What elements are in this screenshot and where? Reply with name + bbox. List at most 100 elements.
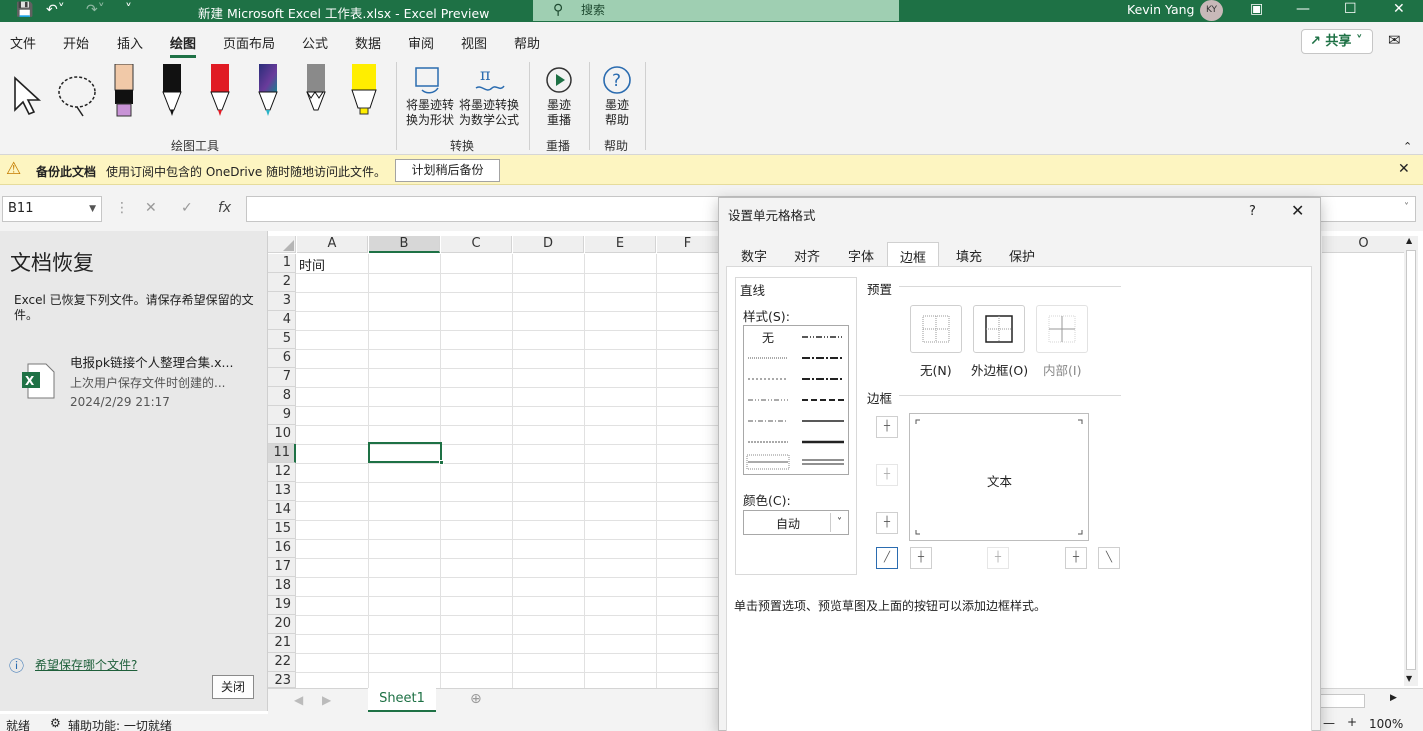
ink-to-shape-label[interactable]: 将墨迹转换为形状 bbox=[404, 98, 456, 128]
row-header[interactable]: 5 bbox=[268, 330, 296, 349]
customize-quick-access-icon[interactable]: ˅ bbox=[125, 2, 132, 18]
dialog-close-icon[interactable]: ✕ bbox=[1291, 201, 1304, 220]
column-header-b[interactable]: B bbox=[369, 236, 440, 253]
row-header[interactable]: 20 bbox=[268, 615, 296, 634]
line-style-options[interactable] bbox=[744, 326, 848, 474]
dialog-help-button[interactable]: ? bbox=[1249, 204, 1256, 219]
ribbon-display-icon[interactable]: ▣ bbox=[1250, 1, 1263, 17]
color-dropdown[interactable]: 自动 ˅ bbox=[743, 510, 849, 535]
tab-insert[interactable]: 插入 bbox=[117, 33, 143, 52]
row-header[interactable]: 14 bbox=[268, 501, 296, 520]
ink-help-label[interactable]: 墨迹帮助 bbox=[601, 98, 633, 128]
avatar[interactable]: KY bbox=[1200, 0, 1223, 21]
ink-replay-label[interactable]: 墨迹重播 bbox=[543, 98, 575, 128]
formula-bar-more-icon[interactable]: ⋮ bbox=[115, 200, 129, 216]
border-bottom-button[interactable]: ┼ bbox=[876, 512, 898, 534]
column-header-d[interactable]: D bbox=[513, 236, 584, 253]
name-box[interactable]: B11 ▼ bbox=[2, 196, 102, 222]
row-header[interactable]: 19 bbox=[268, 596, 296, 615]
row-header[interactable]: 2 bbox=[268, 273, 296, 292]
row-header[interactable]: 12 bbox=[268, 463, 296, 482]
border-preview[interactable]: 文本 bbox=[909, 413, 1089, 541]
tab-file[interactable]: 文件 bbox=[10, 33, 36, 52]
border-left-button[interactable]: ┼ bbox=[910, 547, 932, 569]
row-header[interactable]: 15 bbox=[268, 520, 296, 539]
select-arrow-icon[interactable] bbox=[10, 76, 44, 116]
tab-border[interactable]: 边框 bbox=[887, 242, 940, 268]
prev-sheet-icon[interactable]: ◀ bbox=[294, 693, 303, 707]
tab-page-layout[interactable]: 页面布局 bbox=[223, 33, 275, 52]
user-name[interactable]: Kevin Yang bbox=[1127, 2, 1194, 17]
row-header[interactable]: 1 bbox=[268, 254, 296, 273]
accessibility-status[interactable]: 辅助功能: 一切就绪 bbox=[68, 717, 172, 731]
column-header-a[interactable]: A bbox=[297, 236, 368, 253]
search-box[interactable]: ⚲ 搜索 bbox=[533, 0, 899, 21]
zoom-in-icon[interactable]: + bbox=[1347, 715, 1357, 729]
chevron-down-icon[interactable]: ˅ bbox=[830, 513, 848, 532]
schedule-backup-button[interactable]: 计划稍后备份 bbox=[395, 159, 500, 182]
row-header[interactable]: 6 bbox=[268, 349, 296, 368]
save-icon[interactable]: 💾 bbox=[16, 2, 33, 18]
preset-inside-button[interactable] bbox=[1036, 305, 1088, 353]
scroll-right-icon[interactable]: ▶ bbox=[1390, 693, 1397, 703]
row-header[interactable]: 18 bbox=[268, 577, 296, 596]
pen-galaxy-icon[interactable] bbox=[256, 64, 280, 118]
pencil-gray-icon[interactable] bbox=[304, 64, 328, 118]
ink-to-math-icon[interactable]: π bbox=[472, 64, 508, 96]
row-header[interactable]: 9 bbox=[268, 406, 296, 425]
row-header[interactable]: 10 bbox=[268, 425, 296, 444]
tab-number[interactable]: 数字 bbox=[729, 242, 779, 266]
pen-red-icon[interactable] bbox=[208, 64, 232, 118]
highlighter-pink-pen-icon[interactable] bbox=[112, 64, 136, 118]
scrollbar-thumb[interactable] bbox=[1406, 250, 1416, 670]
preset-outline-button[interactable] bbox=[973, 305, 1025, 353]
border-diagonal-down-button[interactable]: ╲ bbox=[1098, 547, 1120, 569]
lasso-select-icon[interactable] bbox=[55, 72, 103, 118]
column-header-o[interactable]: O bbox=[1322, 236, 1406, 253]
border-top-button[interactable]: ┼ bbox=[876, 416, 898, 438]
row-header[interactable]: 22 bbox=[268, 653, 296, 672]
cell-a1[interactable]: 时间 bbox=[299, 255, 325, 274]
border-middle-vertical-button[interactable]: ┼ bbox=[987, 547, 1009, 569]
minimize-icon[interactable]: — bbox=[1296, 1, 1310, 17]
tab-font[interactable]: 字体 bbox=[836, 242, 886, 266]
which-file-help-link[interactable]: 希望保存哪个文件? bbox=[35, 656, 137, 673]
add-sheet-icon[interactable]: ⊕ bbox=[470, 691, 482, 707]
redo-icon[interactable]: ↷˅ bbox=[86, 2, 105, 18]
ink-to-math-label[interactable]: 将墨迹转换为数学公式 bbox=[458, 98, 520, 128]
select-all-corner[interactable] bbox=[268, 236, 296, 253]
tab-home[interactable]: 开始 bbox=[63, 33, 89, 52]
ink-help-icon[interactable]: ? bbox=[601, 64, 633, 96]
collapse-ribbon-icon[interactable]: ⌃ bbox=[1403, 140, 1412, 153]
tab-help[interactable]: 帮助 bbox=[514, 33, 540, 52]
border-right-button[interactable]: ┼ bbox=[1065, 547, 1087, 569]
next-sheet-icon[interactable]: ▶ bbox=[322, 693, 331, 707]
maximize-icon[interactable]: ☐ bbox=[1344, 1, 1357, 17]
row-header[interactable]: 4 bbox=[268, 311, 296, 330]
ink-to-shape-icon[interactable] bbox=[412, 64, 446, 96]
tab-formulas[interactable]: 公式 bbox=[302, 33, 328, 52]
feedback-icon[interactable]: ✉ bbox=[1388, 31, 1401, 49]
row-header[interactable]: 8 bbox=[268, 387, 296, 406]
sheet-tab-sheet1[interactable]: Sheet1 bbox=[368, 688, 436, 712]
name-box-dropdown-icon[interactable]: ▼ bbox=[89, 197, 96, 221]
tab-view[interactable]: 视图 bbox=[461, 33, 487, 52]
tab-fill[interactable]: 填充 bbox=[944, 242, 994, 266]
row-header[interactable]: 16 bbox=[268, 539, 296, 558]
expand-formula-bar-icon[interactable]: ˅ bbox=[1404, 202, 1409, 213]
undo-icon[interactable]: ↶˅ bbox=[46, 2, 65, 18]
share-button[interactable]: ↗ 共享 ˅ bbox=[1301, 29, 1373, 54]
selected-cell-b11[interactable] bbox=[368, 442, 444, 465]
zoom-out-icon[interactable]: — bbox=[1323, 716, 1335, 730]
row-header[interactable]: 23 bbox=[268, 672, 296, 688]
row-header[interactable]: 7 bbox=[268, 368, 296, 387]
zoom-level[interactable]: 100% bbox=[1369, 717, 1403, 731]
line-style-list[interactable]: 无 bbox=[743, 325, 849, 475]
scroll-down-icon[interactable]: ▼ bbox=[1406, 674, 1412, 683]
tab-draw[interactable]: 绘图 bbox=[170, 33, 197, 58]
horizontal-scrollbar[interactable] bbox=[1320, 694, 1365, 708]
column-header-c[interactable]: C bbox=[441, 236, 512, 253]
preset-none-button[interactable] bbox=[910, 305, 962, 353]
row-header[interactable]: 13 bbox=[268, 482, 296, 501]
row-header-selected[interactable]: 11 bbox=[268, 444, 296, 463]
